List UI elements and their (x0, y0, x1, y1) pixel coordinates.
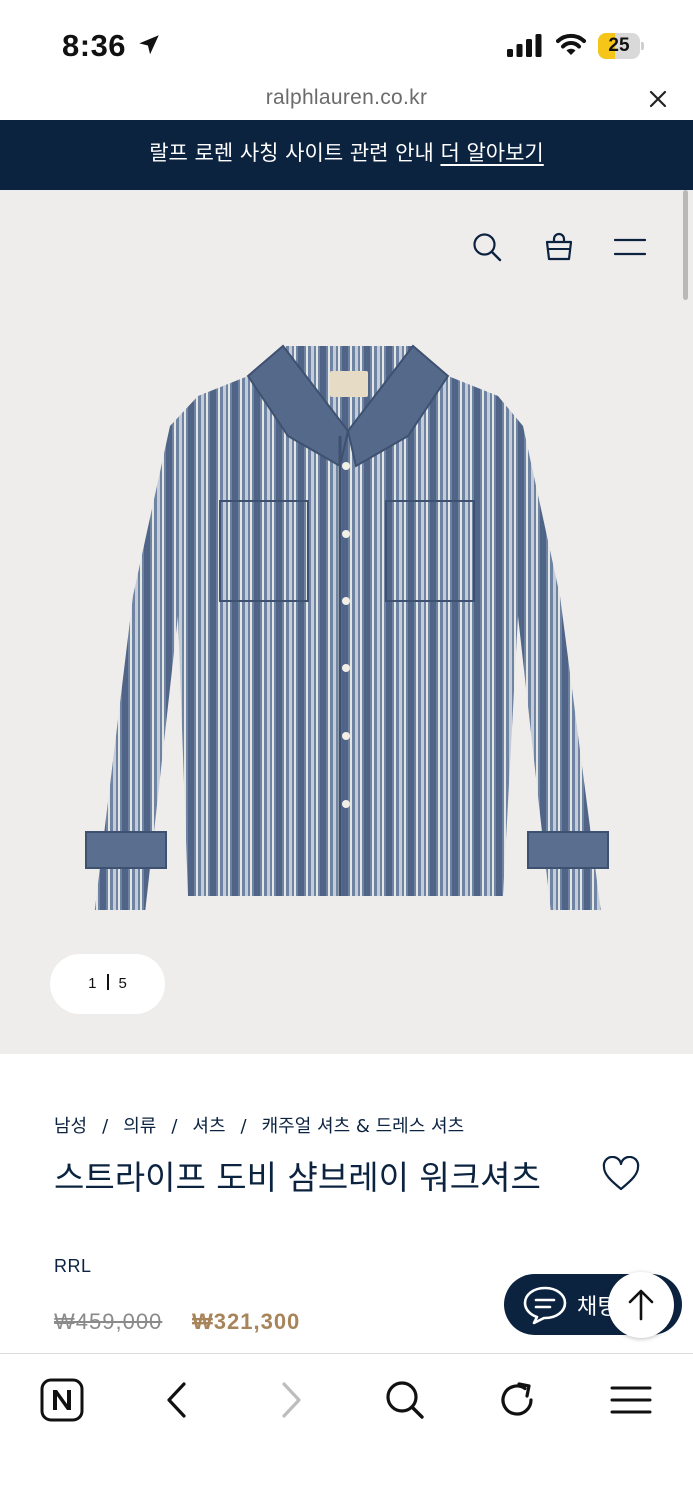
wifi-icon (556, 33, 586, 55)
breadcrumb-separator: / (102, 1116, 109, 1137)
search-icon[interactable] (384, 1378, 426, 1422)
forward-icon[interactable] (276, 1378, 306, 1422)
battery-level: 25 (608, 35, 630, 56)
banner-text: 랄프 로렌 사칭 사이트 관련 안내 (149, 141, 434, 165)
menu-icon[interactable] (610, 1378, 652, 1422)
battery-icon: 25 (598, 33, 644, 59)
product-image-gallery[interactable]: 15 (0, 190, 693, 1054)
arrow-up-icon (628, 1289, 654, 1321)
breadcrumb: 남성 / 의류 / 셔츠 / 캐주얼 셔츠 & 드레스 셔츠 (54, 1112, 464, 1138)
breadcrumb-separator: / (240, 1116, 247, 1137)
product-image[interactable] (78, 336, 618, 910)
breadcrumb-item[interactable]: 셔츠 (192, 1116, 225, 1137)
breadcrumb-item[interactable]: 남성 (54, 1116, 87, 1137)
browser-toolbar (0, 1353, 693, 1500)
chat-bubble-icon (523, 1286, 567, 1325)
signal-icon (507, 34, 542, 57)
back-icon[interactable] (162, 1378, 192, 1422)
search-icon[interactable] (472, 232, 502, 262)
breadcrumb-separator: / (171, 1116, 178, 1137)
status-bar: 8:36 25 (0, 0, 693, 80)
url-bar[interactable]: ralphlauren.co.kr (0, 80, 693, 120)
product-title: 스트라이프 도비 샴브레이 워크셔츠 (54, 1158, 541, 1197)
shopping-bag-icon[interactable] (544, 232, 574, 262)
scroll-to-top-button[interactable] (608, 1272, 674, 1338)
breadcrumb-item[interactable]: 의류 (123, 1116, 156, 1137)
product-brand[interactable]: RRL (54, 1256, 92, 1277)
scroll-indicator[interactable] (683, 190, 688, 300)
sale-price: ₩321,300 (192, 1309, 301, 1334)
pager-total: 5 (118, 975, 127, 992)
heart-icon[interactable] (602, 1156, 640, 1192)
url-domain[interactable]: ralphlauren.co.kr (0, 86, 693, 110)
banner-learn-more-link[interactable]: 더 알아보기 (440, 141, 543, 165)
reload-icon[interactable] (497, 1378, 537, 1422)
location-arrow-icon (139, 35, 159, 55)
status-time: 8:36 (62, 28, 127, 63)
notice-banner: 랄프 로렌 사칭 사이트 관련 안내 더 알아보기 (0, 120, 693, 190)
menu-icon[interactable] (614, 232, 646, 262)
breadcrumb-item[interactable]: 캐주얼 셔츠 & 드레스 셔츠 (262, 1116, 465, 1137)
original-price: ₩459,000 (54, 1309, 163, 1334)
naver-logo-icon[interactable] (40, 1378, 84, 1422)
image-pager: 15 (50, 954, 165, 1014)
pager-current: 1 (88, 975, 97, 992)
close-icon[interactable] (648, 89, 668, 109)
